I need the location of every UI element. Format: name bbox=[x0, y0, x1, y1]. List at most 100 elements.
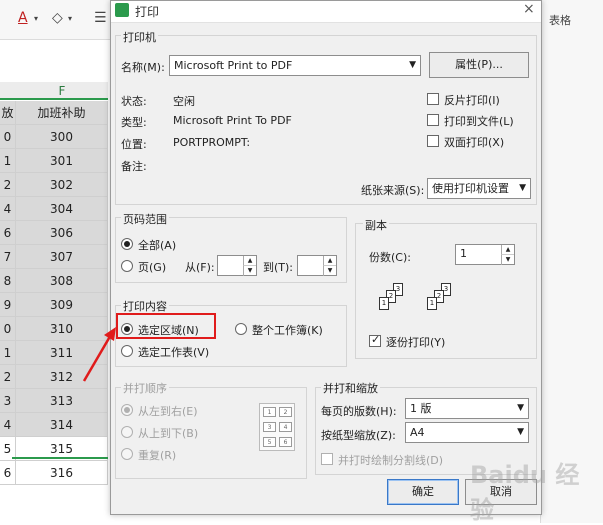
draw-dividers-label[interactable]: 并打时绘制分割线(D) bbox=[338, 452, 443, 468]
header-cell-overtime[interactable]: 加班补助 bbox=[16, 101, 108, 125]
chevron-down-icon: ▼ bbox=[409, 60, 416, 70]
baidu-watermark: Baidu 经验 bbox=[470, 461, 580, 524]
collate-checkbox[interactable] bbox=[369, 333, 381, 347]
row-partial-cell[interactable]: 7 bbox=[0, 245, 16, 269]
chevron-down-icon[interactable]: ▾ bbox=[68, 14, 72, 23]
font-color-icon[interactable]: A bbox=[18, 10, 28, 26]
collate-pages-icon: 3 2 1 bbox=[379, 283, 413, 317]
ok-button[interactable]: 确定 bbox=[387, 479, 459, 505]
scale-to-paper-select[interactable]: A4 ▼ bbox=[405, 422, 529, 443]
eraser-icon[interactable]: ◇ bbox=[52, 10, 63, 26]
paper-source-value: 使用打印机设置 bbox=[432, 182, 509, 195]
close-icon[interactable]: × bbox=[523, 1, 535, 17]
overtime-value-cell[interactable]: 304 bbox=[16, 197, 108, 221]
spin-down-icon[interactable]: ▼ bbox=[243, 266, 256, 276]
overtime-value-cell[interactable]: 306 bbox=[16, 221, 108, 245]
selected-sheets-radio[interactable] bbox=[121, 345, 133, 357]
row-partial-cell[interactable]: 2 bbox=[0, 365, 16, 389]
copies-count-input[interactable]: 1 ▲ ▼ bbox=[455, 244, 515, 265]
print-content-group-title: 打印内容 bbox=[121, 298, 169, 314]
collate-pages-icon: 3 2 1 bbox=[427, 283, 461, 317]
spin-up-icon[interactable]: ▲ bbox=[501, 245, 514, 255]
spin-down-icon[interactable]: ▼ bbox=[323, 266, 336, 276]
overtime-value-cell[interactable]: 313 bbox=[16, 389, 108, 413]
pages-per-sheet-value: 1 版 bbox=[410, 402, 432, 415]
overtime-value-cell[interactable]: 316 bbox=[16, 461, 108, 485]
row-partial-cell[interactable]: 4 bbox=[0, 197, 16, 221]
column-header-f[interactable]: F bbox=[16, 82, 108, 100]
row-partial-cell[interactable]: 3 bbox=[0, 389, 16, 413]
comment-label: 备注: bbox=[121, 160, 147, 173]
entire-workbook-radio[interactable] bbox=[235, 323, 247, 335]
row-partial-cell[interactable]: 6 bbox=[0, 221, 16, 245]
draw-dividers-checkbox[interactable] bbox=[321, 453, 333, 465]
left-to-right-label[interactable]: 从左到右(E) bbox=[138, 403, 198, 419]
overtime-value-cell[interactable]: 302 bbox=[16, 173, 108, 197]
right-tab-label[interactable]: 表格 bbox=[549, 12, 571, 28]
location-label: 位置: bbox=[121, 138, 147, 151]
spin-up-icon[interactable]: ▲ bbox=[243, 256, 256, 266]
sheet-right-area: 表格 bbox=[540, 0, 603, 523]
page-from-input[interactable]: ▲ ▼ bbox=[217, 255, 257, 276]
top-to-bottom-radio[interactable] bbox=[121, 426, 133, 438]
copies-count-label: 份数(C): bbox=[369, 251, 411, 264]
reverse-print-label[interactable]: 反片打印(I) bbox=[444, 92, 500, 108]
header-cell-partial[interactable]: 放 bbox=[0, 101, 16, 125]
dialog-title: 打印 bbox=[135, 5, 160, 19]
print-dialog: 打印 × 打印机 名称(M): Microsoft Print to PDF ▼… bbox=[110, 0, 542, 515]
printer-properties-button[interactable]: 属性(P)... bbox=[429, 52, 529, 78]
reverse-print-checkbox[interactable] bbox=[427, 93, 439, 105]
type-value: Microsoft Print To PDF bbox=[173, 114, 292, 127]
paper-source-label: 纸张来源(S): bbox=[361, 184, 425, 197]
overtime-value-cell[interactable]: 309 bbox=[16, 293, 108, 317]
page-range-pages-label[interactable]: 页(G) bbox=[138, 259, 166, 275]
page-to-input[interactable]: ▲ ▼ bbox=[297, 255, 337, 276]
overtime-value-cell[interactable]: 314 bbox=[16, 413, 108, 437]
chevron-down-icon: ▼ bbox=[517, 427, 524, 437]
row-partial-cell[interactable]: 0 bbox=[0, 317, 16, 341]
row-partial-cell[interactable]: 4 bbox=[0, 413, 16, 437]
overtime-value-cell[interactable]: 300 bbox=[16, 125, 108, 149]
menu-icon[interactable]: ☰ bbox=[94, 10, 107, 26]
repeat-radio[interactable] bbox=[121, 448, 133, 460]
print-icon bbox=[115, 3, 129, 17]
annotation-arrow bbox=[82, 327, 116, 382]
print-to-file-label[interactable]: 打印到文件(L) bbox=[444, 113, 514, 129]
column-header-e[interactable] bbox=[0, 82, 16, 100]
duplex-print-label[interactable]: 双面打印(X) bbox=[444, 134, 504, 150]
printer-name-value: Microsoft Print to PDF bbox=[174, 59, 293, 72]
entire-workbook-label[interactable]: 整个工作簿(K) bbox=[252, 322, 323, 338]
page-from-label: 从(F): bbox=[185, 261, 215, 274]
row-partial-cell[interactable]: 6 bbox=[0, 461, 16, 485]
overtime-value-cell[interactable]: 307 bbox=[16, 245, 108, 269]
print-to-file-checkbox[interactable] bbox=[427, 114, 439, 126]
spin-down-icon[interactable]: ▼ bbox=[501, 255, 514, 265]
spin-up-icon[interactable]: ▲ bbox=[323, 256, 336, 266]
page-range-all-radio[interactable] bbox=[121, 238, 133, 250]
top-to-bottom-label[interactable]: 从上到下(B) bbox=[138, 425, 198, 441]
chevron-down-icon: ▼ bbox=[517, 403, 524, 413]
overtime-value-cell[interactable]: 301 bbox=[16, 149, 108, 173]
page-range-group-title: 页码范围 bbox=[121, 211, 169, 227]
left-to-right-radio[interactable] bbox=[121, 404, 133, 416]
row-partial-cell[interactable]: 1 bbox=[0, 341, 16, 365]
row-partial-cell[interactable]: 2 bbox=[0, 173, 16, 197]
collate-label[interactable]: 逐份打印(Y) bbox=[386, 334, 445, 350]
paper-source-select[interactable]: 使用打印机设置 ▼ bbox=[427, 178, 531, 199]
row-partial-cell[interactable]: 9 bbox=[0, 293, 16, 317]
row-partial-cell[interactable]: 8 bbox=[0, 269, 16, 293]
row-partial-cell[interactable]: 1 bbox=[0, 149, 16, 173]
selection-highlight-box bbox=[116, 313, 216, 339]
pages-per-sheet-select[interactable]: 1 版 ▼ bbox=[405, 398, 529, 419]
chevron-down-icon[interactable]: ▾ bbox=[34, 14, 38, 23]
overtime-value-cell[interactable]: 308 bbox=[16, 269, 108, 293]
duplex-print-checkbox[interactable] bbox=[427, 135, 439, 147]
sheet-blank-area bbox=[0, 40, 110, 80]
repeat-label[interactable]: 重复(R) bbox=[138, 447, 176, 463]
selection-border bbox=[12, 457, 108, 459]
page-range-all-label[interactable]: 全部(A) bbox=[138, 237, 176, 253]
page-range-pages-radio[interactable] bbox=[121, 260, 133, 272]
printer-name-select[interactable]: Microsoft Print to PDF ▼ bbox=[169, 55, 421, 76]
row-partial-cell[interactable]: 0 bbox=[0, 125, 16, 149]
selected-sheets-label[interactable]: 选定工作表(V) bbox=[138, 344, 209, 360]
